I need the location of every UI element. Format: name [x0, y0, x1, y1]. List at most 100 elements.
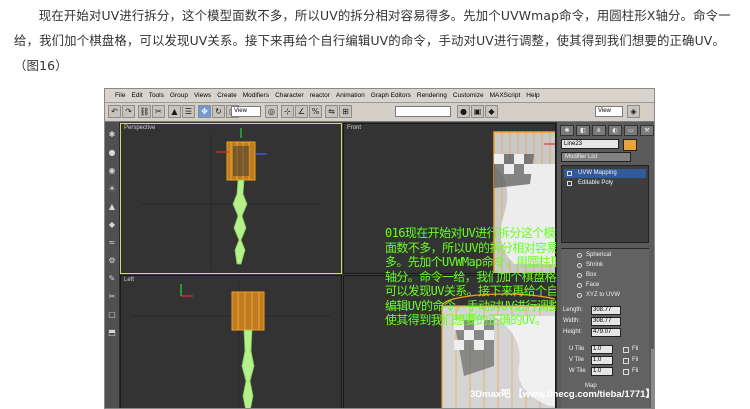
perspective-model	[141, 128, 321, 269]
render-icon[interactable]: ◆	[485, 105, 498, 118]
flip-v-label: Fli	[632, 357, 639, 363]
flip-u-checkbox[interactable]	[623, 347, 629, 353]
utilities-tab-icon[interactable]: ⚒	[640, 125, 654, 136]
height-label: Height:	[563, 329, 583, 335]
camera-icon[interactable]: ▲	[107, 202, 117, 212]
undo-icon[interactable]: ↶	[108, 105, 121, 118]
menu-maxscript[interactable]: MAXScript	[490, 92, 521, 99]
menu-tools[interactable]: Tools	[149, 92, 164, 99]
expand-icon[interactable]	[567, 171, 572, 176]
display-tab-icon[interactable]: ▭	[624, 125, 638, 136]
object-color-swatch[interactable]	[623, 139, 637, 151]
menu-create[interactable]: Create	[217, 92, 237, 99]
align-icon[interactable]: ⊞	[339, 105, 352, 118]
menu-bar: File Edit Tools Group Views Create Modif…	[105, 89, 654, 103]
light-icon[interactable]: ☀	[107, 184, 117, 194]
mapping-shrink-radio[interactable]: Shrink	[577, 261, 603, 270]
menu-character[interactable]: Character	[275, 92, 304, 99]
flip-v-checkbox[interactable]	[623, 358, 629, 364]
expand-icon[interactable]	[567, 181, 572, 186]
main-toolbar: ↶ ↷ ⛓ ✂ ▲ ☰ ✥ ↻ ◻ View ◎ ⊹ ∠ % ⇋ ⊞ ● ▣ ◆…	[105, 103, 654, 122]
select-icon[interactable]: ▲	[168, 105, 181, 118]
spacewarp-icon[interactable]: ≈	[107, 238, 117, 248]
menu-file[interactable]: File	[115, 92, 125, 99]
viewport-left[interactable]: Left	[120, 275, 342, 408]
system-icon[interactable]: ⚙	[107, 256, 117, 266]
menu-modifiers[interactable]: Modifiers	[243, 92, 269, 99]
article-paragraph: 现在开始对UV进行拆分，这个模型面数不多，所以UV的拆分相对容易得多。先加个UV…	[14, 8, 731, 73]
menu-help[interactable]: Help	[526, 92, 539, 99]
length-field[interactable]: 308.77	[591, 306, 621, 315]
left-tool-strip: ✱ ● ◉ ☀ ▲ ◆ ≈ ⚙ ✎ ✂ ▢ ⬒	[105, 122, 120, 408]
create-icon[interactable]: ✱	[107, 130, 117, 140]
menu-group[interactable]: Group	[170, 92, 188, 99]
material-editor-icon[interactable]: ●	[457, 105, 470, 118]
utile-label: U Tile	[569, 346, 585, 352]
menu-customize[interactable]: Customize	[453, 92, 484, 99]
render-setup-icon[interactable]: ▣	[471, 105, 484, 118]
flip-w-label: Fli	[632, 368, 639, 374]
wtile-field[interactable]: 1.0	[591, 367, 613, 376]
percent-snap-icon[interactable]: %	[309, 105, 322, 118]
rotate-icon[interactable]: ↻	[212, 105, 225, 118]
stack-item-label: Editable Poly	[578, 180, 614, 186]
menu-reactor[interactable]: reactor	[310, 92, 330, 99]
sphere-icon[interactable]: ●	[107, 148, 117, 158]
snap-icon[interactable]: ⊹	[281, 105, 294, 118]
left-model	[131, 281, 331, 408]
helper-icon[interactable]: ◆	[107, 220, 117, 230]
flip-u-label: Fli	[632, 346, 639, 352]
motion-tab-icon[interactable]: ◐	[608, 125, 622, 136]
command-panel-scrollbar[interactable]	[651, 349, 654, 408]
modifier-list-dropdown[interactable]: Modifier List	[561, 152, 631, 162]
hierarchy-tab-icon[interactable]: ⋔	[592, 125, 606, 136]
width-label: Width:	[563, 318, 581, 324]
select-name-icon[interactable]: ☰	[182, 105, 195, 118]
viewport-perspective[interactable]: Perspective	[120, 123, 342, 274]
modifier-stack: UVW Mapping Editable Poly	[561, 165, 649, 243]
flip-w-checkbox[interactable]	[623, 369, 629, 375]
render-view-dropdown[interactable]: View	[595, 106, 623, 117]
max-screenshot: File Edit Tools Group Views Create Modif…	[104, 88, 655, 409]
utile-field[interactable]: 1.0	[591, 345, 613, 354]
modify-tab-icon[interactable]: ◧	[576, 125, 590, 136]
shape-icon[interactable]: ◉	[107, 166, 117, 176]
link-icon[interactable]: ⛓	[138, 105, 151, 118]
width-field[interactable]: 308.77	[591, 317, 621, 326]
paint-icon[interactable]: ✎	[107, 274, 117, 284]
named-selection-field[interactable]	[395, 106, 451, 117]
reference-coord-dropdown[interactable]: View	[231, 106, 261, 117]
menu-graph-editors[interactable]: Graph Editors	[371, 92, 411, 99]
mapping-spherical-radio[interactable]: Spherical	[577, 251, 611, 260]
create-tab-icon[interactable]: ✱	[560, 125, 574, 136]
menu-views[interactable]: Views	[194, 92, 211, 99]
angle-snap-icon[interactable]: ∠	[295, 105, 308, 118]
stack-item-label: UVW Mapping	[578, 170, 617, 176]
height-field[interactable]: 479.07	[591, 328, 621, 337]
command-panel-tabs: ✱ ◧ ⋔ ◐ ▭ ⚒	[560, 125, 654, 136]
menu-edit[interactable]: Edit	[131, 92, 142, 99]
vtile-label: V Tile	[569, 357, 585, 363]
stack-item-uvw-mapping[interactable]: UVW Mapping	[564, 169, 646, 178]
forum-watermark: 3Dmax吧 【www.linecg.com/tieba/1771】	[470, 389, 655, 400]
wtile-label: W Tile	[569, 368, 586, 374]
mirror-icon[interactable]: ⇋	[325, 105, 338, 118]
pivot-icon[interactable]: ◎	[265, 105, 278, 118]
mapping-xyz-radio[interactable]: XYZ to UVW	[577, 291, 620, 300]
move-icon[interactable]: ✥	[198, 105, 211, 118]
command-panel: ✱ ◧ ⋔ ◐ ▭ ⚒ Line23 Modifier List UVW Map…	[556, 122, 654, 408]
menu-rendering[interactable]: Rendering	[417, 92, 447, 99]
length-label: Length:	[563, 307, 584, 313]
unlink-icon[interactable]: ✂	[152, 105, 165, 118]
redo-icon[interactable]: ↷	[122, 105, 135, 118]
vtile-field[interactable]: 1.0	[591, 356, 613, 365]
display-icon[interactable]: ▢	[107, 310, 117, 320]
object-name-field[interactable]: Line23	[561, 139, 619, 149]
menu-animation[interactable]: Animation	[336, 92, 365, 99]
mapping-box-radio[interactable]: Box	[577, 271, 596, 280]
quick-render-icon[interactable]: ◈	[627, 105, 640, 118]
mapping-face-radio[interactable]: Face	[577, 281, 599, 290]
stack-item-editable-poly[interactable]: Editable Poly	[564, 179, 646, 188]
utility-icon[interactable]: ⬒	[107, 328, 117, 338]
wrench-icon[interactable]: ✂	[107, 292, 117, 302]
